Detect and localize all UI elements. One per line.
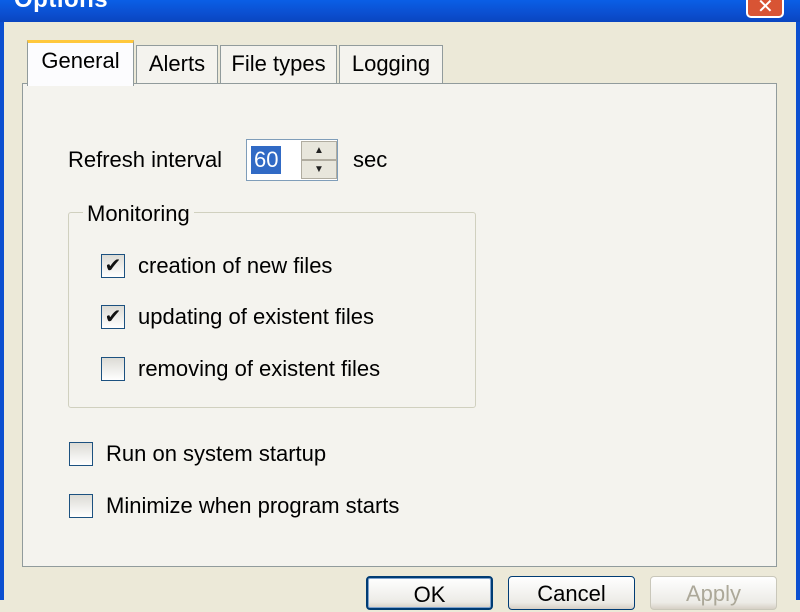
arrow-down-icon: ▼ [314, 164, 324, 175]
spin-down-button[interactable]: ▼ [301, 160, 337, 179]
tab-file-types[interactable]: File types [220, 45, 337, 83]
spin-up-button[interactable]: ▲ [301, 141, 337, 160]
arrow-up-icon: ▲ [314, 145, 324, 156]
check-icon: ✔ [104, 306, 122, 328]
removing-label[interactable]: removing of existent files [138, 356, 380, 382]
refresh-interval-spinner[interactable]: 60 ▲ ▼ [246, 139, 338, 181]
tab-alerts[interactable]: Alerts [136, 45, 218, 83]
refresh-unit-label: sec [353, 147, 388, 172]
updating-checkbox[interactable]: ✔ [101, 305, 125, 329]
refresh-interval-label: Refresh interval [68, 147, 223, 172]
monitoring-legend: Monitoring [83, 201, 194, 227]
updating-label[interactable]: updating of existent files [138, 304, 374, 330]
close-icon: ✕ [757, 0, 774, 18]
close-button[interactable]: ✕ [746, 0, 784, 18]
tab-general[interactable]: General [27, 40, 134, 86]
refresh-interval-input[interactable]: 60 [251, 146, 282, 174]
ok-button[interactable]: OK [366, 576, 493, 610]
title-bar[interactable]: Options ✕ [0, 0, 800, 22]
window-title: Options [14, 0, 108, 14]
removing-checkbox[interactable] [101, 357, 125, 381]
creation-label[interactable]: creation of new files [138, 253, 332, 279]
run-on-startup-label[interactable]: Run on system startup [106, 441, 326, 467]
minimize-on-start-label[interactable]: Minimize when program starts [106, 493, 399, 519]
check-icon: ✔ [104, 255, 122, 277]
cancel-button[interactable]: Cancel [508, 576, 635, 610]
tab-logging[interactable]: Logging [339, 45, 443, 83]
minimize-on-start-checkbox[interactable] [69, 494, 93, 518]
creation-checkbox[interactable]: ✔ [101, 254, 125, 278]
run-on-startup-checkbox[interactable] [69, 442, 93, 466]
apply-button[interactable]: Apply [650, 576, 777, 610]
